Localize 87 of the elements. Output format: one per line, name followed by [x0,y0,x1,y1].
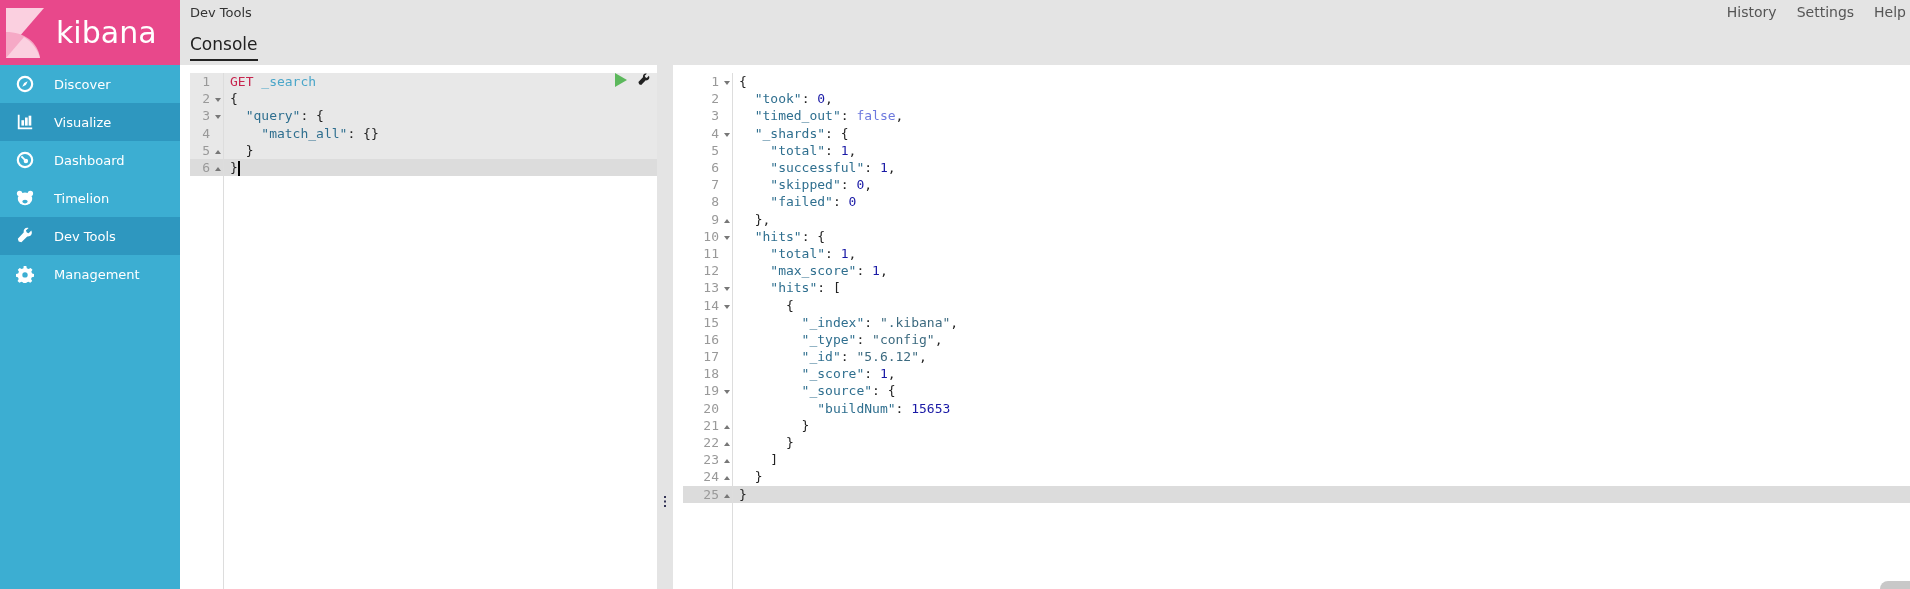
breadcrumb: Dev Tools [190,4,252,20]
code-line: 3 "timed_out": false, [683,107,1910,125]
line-number: 5 [710,142,720,158]
wrench-icon [16,227,34,245]
nav-item[interactable]: Management [0,255,180,293]
line-number: 23 [683,452,733,468]
code-line: 15 "_index": ".kibana", [683,313,1910,331]
bear-face-icon [16,189,34,207]
line-number: 7 [710,177,720,193]
kibana-logo-icon [6,7,44,58]
line-number: 17 [702,349,720,365]
line-number: 6 [710,160,720,176]
line-number: 13 [683,280,733,296]
nav-item[interactable]: Dev Tools [0,217,180,255]
line-number: 10 [683,228,733,244]
code-line: 6 "successful": 1, [683,158,1910,177]
line-number: 5 [190,142,224,158]
code-line: 24 } [683,468,1910,486]
line-number: 14 [683,297,733,313]
code-line: 14 { [683,296,1910,314]
line-number: 2 [190,91,224,107]
nav-item[interactable]: Timelion [0,179,180,217]
wrench-icon [637,73,651,87]
code-line: 13 "hits": [ [683,279,1910,297]
line-number: 3 [710,108,720,124]
code-line: 19 "_source": { [683,382,1910,400]
nav-item[interactable]: Visualize [0,103,180,141]
code-line: 11 "total": 1, [683,244,1910,263]
console-tab[interactable]: Console [190,34,258,61]
settings-icon [16,265,34,283]
line-number: 4 [201,125,211,141]
brand-name: kibana [56,15,157,50]
compass-icon [16,75,34,93]
line-number: 15 [702,314,720,330]
code-line: 5 "total": 1, [683,141,1910,159]
nav-label: Management [54,266,140,282]
line-number: 24 [683,469,733,485]
nav-item[interactable]: Discover [0,65,180,103]
header-link[interactable]: History [1726,4,1777,20]
code-line: 1 { [683,73,1910,91]
code-line: 18 "_score": 1, [683,365,1910,383]
header-link[interactable]: Help [1874,4,1906,20]
nav-label: Dev Tools [54,228,116,244]
play-icon [615,73,627,87]
code-line: 23 ] [683,451,1910,469]
line-number: 1 [201,74,211,90]
line-number: 3 [190,108,224,124]
drag-handle-icon [663,496,667,507]
code-line: 17 "_id": "5.6.12", [683,348,1910,366]
line-number: 8 [710,194,720,210]
line-number: 16 [702,331,720,347]
line-number: 9 [683,211,733,227]
code-line: 21 } [683,416,1910,434]
line-number: 19 [683,383,733,399]
bar-chart-icon [16,113,34,131]
code-line: 12 "max_score": 1, [683,262,1910,280]
line-number: 2 [710,91,720,107]
line-number: 21 [683,417,733,433]
settings-button[interactable] [637,73,651,87]
code-line: 7 "skipped": 0, [683,176,1910,194]
line-number: 4 [683,125,733,141]
line-number: 11 [702,245,720,261]
nav-label: Discover [54,76,111,92]
nav-item[interactable]: Dashboard [0,141,180,179]
code-line: 2 "took": 0, [683,90,1910,108]
line-number: 18 [702,366,720,382]
line-number: 22 [683,435,733,451]
nav-label: Visualize [54,114,112,130]
code-line: 22 } [683,433,1910,452]
line-number: 25 [683,486,733,502]
gauge-icon [16,151,34,169]
code-line: 10 "hits": { [683,227,1910,245]
code-line: 9 }, [683,210,1910,228]
line-number: 1 [683,74,733,90]
code-line: 8 "failed": 0 [683,193,1910,211]
nav-label: Dashboard [54,152,125,168]
nav-label: Timelion [54,190,110,206]
code-line: 4 "_shards": { [683,124,1910,142]
run-button[interactable] [615,73,627,87]
brand-logo[interactable]: kibana [0,0,180,65]
corner-widget[interactable] [1880,581,1910,589]
code-line: 20 "buildNum": 15653 [683,399,1910,417]
line-number: 20 [702,400,720,416]
line-number: 6 [190,160,224,176]
line-number: 12 [702,263,720,279]
header-link[interactable]: Settings [1796,4,1855,20]
code-line: 16 "_type": "config", [683,330,1910,348]
